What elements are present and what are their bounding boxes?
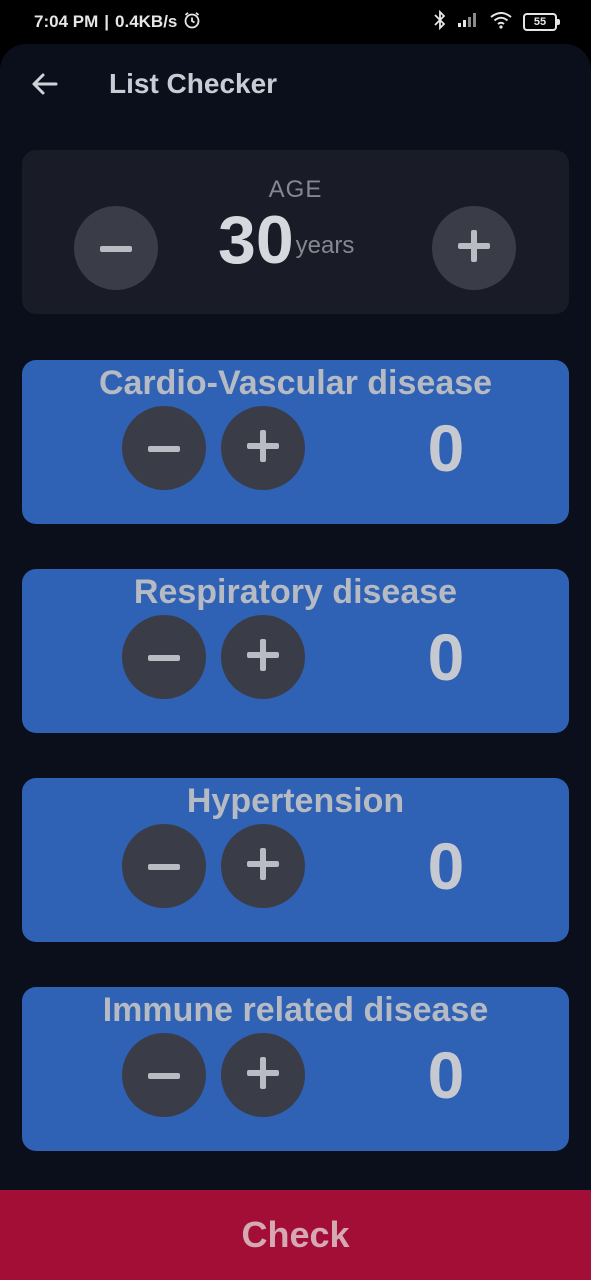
app-bar: List Checker [0, 44, 591, 132]
cardio-vascular-decrement-button[interactable] [122, 406, 206, 490]
plus-icon [247, 1056, 279, 1094]
disease-count: 0 [427, 411, 465, 485]
wifi-icon [489, 11, 513, 34]
disease-card-respiratory: Respiratory disease 0 [22, 569, 569, 733]
page-title: List Checker [109, 68, 278, 99]
respiratory-decrement-button[interactable] [122, 615, 206, 699]
plus-icon [247, 847, 279, 885]
plus-icon [458, 229, 490, 267]
age-label: AGE [268, 176, 323, 203]
minus-icon [148, 857, 180, 875]
minus-icon [100, 239, 132, 257]
disease-count: 0 [427, 620, 465, 694]
bluetooth-icon [433, 9, 447, 35]
immune-related-decrement-button[interactable] [122, 1033, 206, 1117]
disease-title: Immune related disease [102, 991, 489, 1029]
status-right: 55 [433, 9, 560, 35]
minus-icon [148, 648, 180, 666]
plus-icon [247, 429, 279, 467]
alarm-icon [183, 11, 201, 34]
age-unit: years [295, 232, 355, 259]
status-separator: | [104, 12, 110, 31]
age-card: AGE 30 years [22, 150, 569, 314]
disease-card-hypertension: Hypertension 0 [22, 778, 569, 942]
minus-icon [148, 439, 180, 457]
arrow-left-icon [30, 72, 58, 101]
status-bar: 7:04 PM | 0.4KB/s 55 [0, 0, 591, 44]
disease-title: Cardio-Vascular disease [98, 364, 493, 402]
status-left: 7:04 PM | 0.4KB/s [34, 11, 201, 34]
respiratory-increment-button[interactable] [221, 615, 305, 699]
hypertension-increment-button[interactable] [221, 824, 305, 908]
disease-count: 0 [427, 829, 465, 903]
app-screen: List Checker AGE 30 years Cardio-Vascula… [0, 44, 591, 1280]
check-button[interactable]: Check [0, 1190, 591, 1280]
disease-card-immune-related: Immune related disease 0 [22, 987, 569, 1151]
hypertension-decrement-button[interactable] [122, 824, 206, 908]
disease-card-cardio-vascular: Cardio-Vascular disease 0 [22, 360, 569, 524]
network-speed: 0.4KB/s [115, 12, 178, 31]
cardio-vascular-increment-button[interactable] [221, 406, 305, 490]
battery-icon: 55 [523, 13, 560, 31]
age-display: 30 years [218, 206, 354, 274]
signal-icon [457, 12, 479, 33]
back-button[interactable] [24, 64, 64, 108]
disease-title: Respiratory disease [133, 573, 458, 611]
immune-related-increment-button[interactable] [221, 1033, 305, 1117]
age-decrement-button[interactable] [74, 206, 158, 290]
age-increment-button[interactable] [432, 206, 516, 290]
plus-icon [247, 638, 279, 676]
disease-title: Hypertension [186, 782, 405, 820]
disease-count: 0 [427, 1038, 465, 1112]
status-time: 7:04 PM [34, 12, 99, 31]
minus-icon [148, 1066, 180, 1084]
age-value: 30 [218, 202, 294, 278]
